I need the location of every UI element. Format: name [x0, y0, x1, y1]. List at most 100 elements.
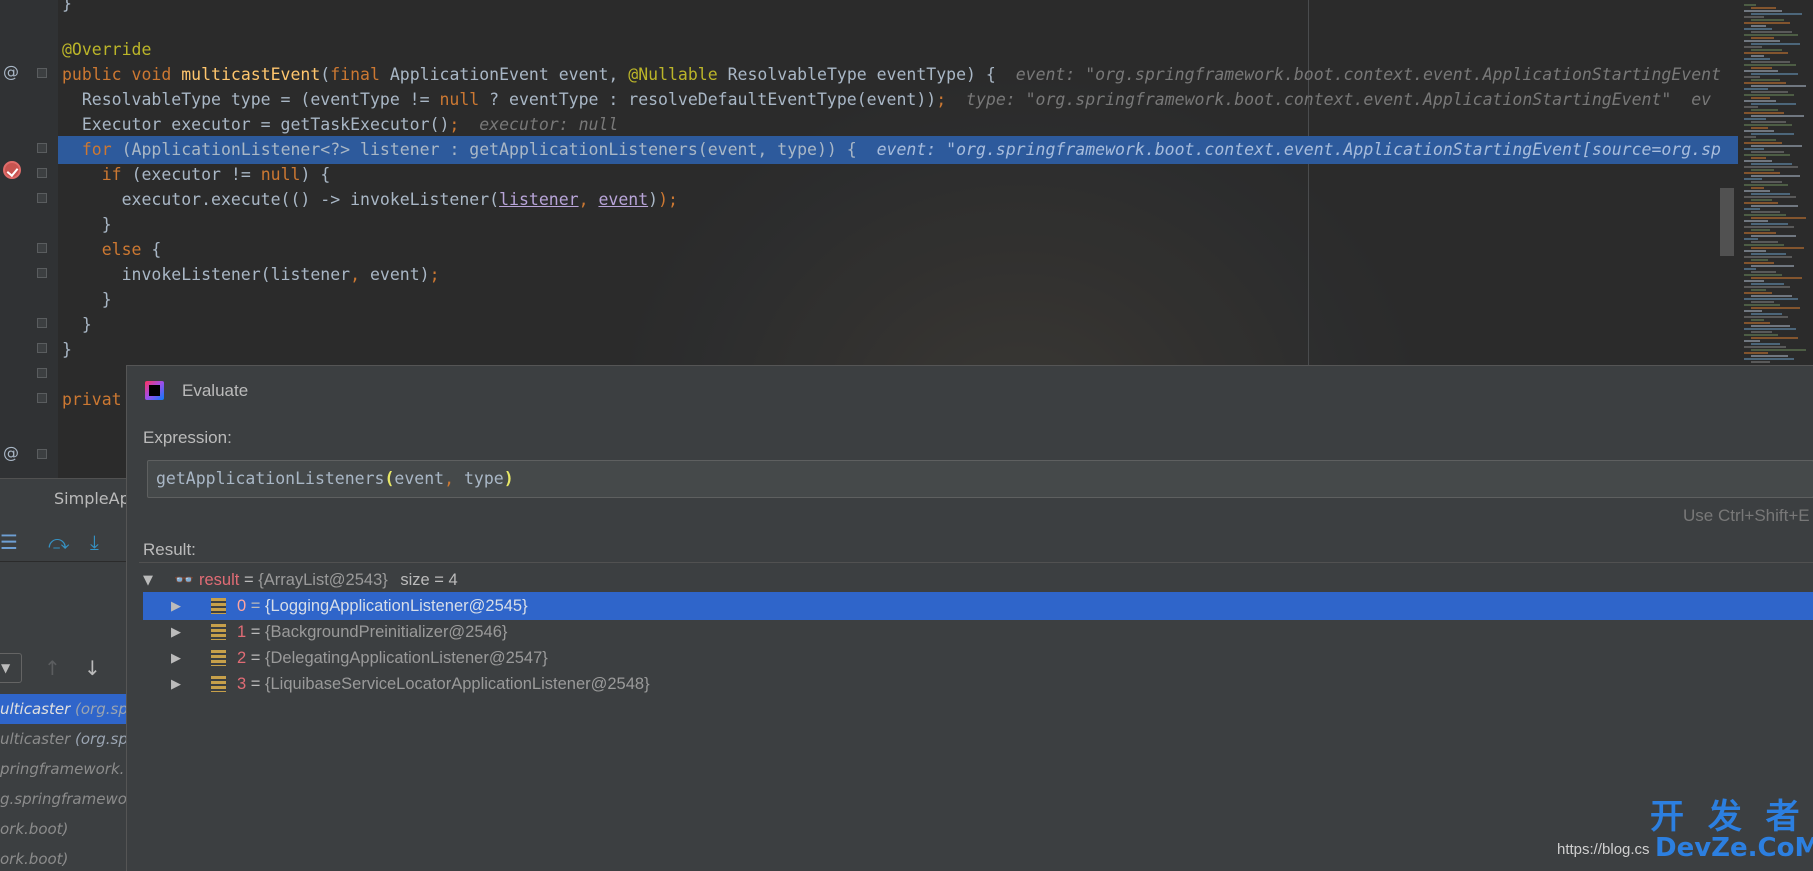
- fold-toggle[interactable]: [37, 168, 47, 178]
- fold-toggle[interactable]: [37, 68, 47, 78]
- minimap-line: [1744, 4, 1756, 6]
- code-minimap[interactable]: [1738, 0, 1813, 365]
- minimap-line: [1751, 283, 1784, 285]
- stack-frame-item[interactable]: ulticaster (org.sp: [0, 724, 126, 754]
- expression-input[interactable]: getApplicationListeners(event, type): [147, 460, 1813, 498]
- minimap-line: [1744, 82, 1786, 84]
- minimap-line: [1744, 172, 1780, 174]
- code-token: (: [320, 65, 331, 84]
- minimap-line: [1751, 55, 1764, 57]
- expand-arrow-icon[interactable]: ▶: [171, 671, 181, 699]
- code-line[interactable]: @Override: [58, 36, 1738, 64]
- code-token: listener: [499, 190, 579, 209]
- minimap-line: [1744, 196, 1796, 198]
- breakpoint-icon[interactable]: [3, 161, 21, 179]
- debug-session-tab[interactable]: SimpleAp: [0, 478, 126, 520]
- code-token: executor: null: [459, 115, 619, 134]
- stack-frame-item[interactable]: ulticaster (org.sp: [0, 694, 126, 724]
- stack-frame-item[interactable]: pringframework.: [0, 754, 126, 784]
- fold-toggle[interactable]: [37, 318, 47, 328]
- result-item-index: 0: [237, 597, 247, 615]
- code-line[interactable]: ResolvableType type = (eventType != null…: [58, 86, 1738, 114]
- dialog-title-bar[interactable]: Evaluate: [127, 366, 1813, 418]
- minimap-line: [1744, 118, 1766, 120]
- result-item-value: {LoggingApplicationListener@2545}: [265, 597, 528, 615]
- result-item-row[interactable]: ▶ 2 = {DelegatingApplicationListener@2547…: [143, 644, 1813, 672]
- collapse-arrow-icon[interactable]: ▼: [143, 567, 153, 595]
- step-into-icon[interactable]: ⤓: [90, 530, 99, 554]
- code-line[interactable]: invokeListener(listener, event);: [58, 261, 1738, 289]
- result-item-row[interactable]: ▶ 1 = {BackgroundPreinitializer@2546}: [143, 618, 1813, 646]
- fold-toggle[interactable]: [37, 193, 47, 203]
- code-token: multicastEvent: [181, 65, 321, 84]
- fold-toggle[interactable]: [37, 449, 47, 459]
- evaluate-dialog: Evaluate Expression: getApplicationListe…: [126, 365, 1813, 871]
- code-line[interactable]: public void multicastEvent(final Applica…: [58, 61, 1738, 89]
- previous-frame-icon[interactable]: ↑: [44, 656, 61, 680]
- fold-toggle[interactable]: [37, 368, 47, 378]
- result-item-text: 2 = {DelegatingApplicationListener@2547}: [237, 644, 548, 672]
- fold-toggle[interactable]: [37, 143, 47, 153]
- expand-arrow-icon[interactable]: ▶: [171, 645, 181, 673]
- minimap-line: [1751, 301, 1774, 303]
- result-item-row[interactable]: ▶ 3 = {LiquibaseServiceLocatorApplication…: [143, 670, 1813, 698]
- code-line[interactable]: }: [58, 286, 1738, 314]
- fold-toggle[interactable]: [37, 393, 47, 403]
- result-item-value: {DelegatingApplicationListener@2547}: [265, 649, 548, 667]
- editor-scrollbar-thumb[interactable]: [1720, 188, 1734, 256]
- expand-arrow-icon[interactable]: ▶: [171, 593, 181, 621]
- stack-frame-item[interactable]: ork.boot): [0, 814, 126, 844]
- expression-comma: ,: [444, 469, 455, 488]
- minimap-line: [1751, 193, 1790, 195]
- watermark-logo-line1: 开 发 者: [1650, 797, 1806, 837]
- code-line[interactable]: }: [58, 211, 1738, 239]
- expression-paren-close: ): [503, 469, 514, 488]
- execution-point-line[interactable]: for (ApplicationListener<?> listener : g…: [58, 136, 1738, 164]
- code-line[interactable]: else {: [58, 236, 1738, 264]
- code-token: }: [62, 0, 72, 13]
- minimap-line: [1751, 229, 1770, 231]
- code-token: ResolvableType type = (eventType !=: [62, 90, 440, 109]
- expression-args: event, type: [394, 469, 503, 488]
- code-line[interactable]: if (executor != null) {: [58, 161, 1738, 189]
- minimap-line: [1744, 94, 1794, 96]
- minimap-line: [1751, 307, 1800, 309]
- minimap-line: [1744, 130, 1774, 132]
- fold-toggle[interactable]: [37, 243, 47, 253]
- minimap-line: [1751, 355, 1788, 357]
- step-over-icon[interactable]: ⤼: [48, 530, 69, 554]
- result-item-row[interactable]: ▶ 0 = {LoggingApplicationListener@2545}: [143, 592, 1813, 620]
- minimap-line: [1744, 166, 1798, 168]
- code-line[interactable]: }: [58, 336, 1738, 364]
- minimap-line: [1744, 16, 1764, 18]
- stack-frame-item[interactable]: ork.boot): [0, 844, 126, 871]
- minimap-line: [1744, 64, 1796, 66]
- code-line[interactable]: executor.execute(() -> invokeListener(li…: [58, 186, 1738, 214]
- code-token: ;: [449, 115, 460, 134]
- expression-function: getApplicationListeners: [156, 469, 385, 488]
- menu-icon[interactable]: ☰: [0, 530, 18, 554]
- minimap-line: [1744, 244, 1784, 246]
- expand-arrow-icon[interactable]: ▶: [171, 619, 181, 647]
- minimap-line: [1744, 250, 1766, 252]
- result-root-row[interactable]: ▼ 👓 result = {ArrayList@2543} size = 4: [143, 566, 1813, 594]
- stack-frame-item[interactable]: g.springframewo: [0, 784, 126, 814]
- stack-frame-method: ulticaster: [0, 730, 76, 748]
- code-token: final: [330, 65, 390, 84]
- minimap-line: [1744, 178, 1762, 180]
- next-frame-icon[interactable]: ↓: [84, 656, 101, 680]
- override-marker-icon[interactable]: @: [3, 443, 23, 462]
- code-line[interactable]: }: [58, 311, 1738, 339]
- fold-toggle[interactable]: [37, 343, 47, 353]
- fold-toggle[interactable]: [37, 268, 47, 278]
- thread-selector-dropdown[interactable]: ▼: [0, 653, 22, 683]
- result-item-text: 1 = {BackgroundPreinitializer@2546}: [237, 618, 507, 646]
- code-line[interactable]: }: [58, 0, 1738, 18]
- minimap-line: [1751, 235, 1796, 237]
- equals-sign: =: [246, 597, 265, 615]
- code-line[interactable]: Executor executor = getTaskExecutor(); e…: [58, 111, 1738, 139]
- code-token: }: [62, 290, 112, 309]
- override-marker-icon[interactable]: @: [3, 62, 23, 81]
- minimap-line: [1751, 109, 1778, 111]
- code-token: ? eventType : resolveDefaultEventType(ev…: [479, 90, 937, 109]
